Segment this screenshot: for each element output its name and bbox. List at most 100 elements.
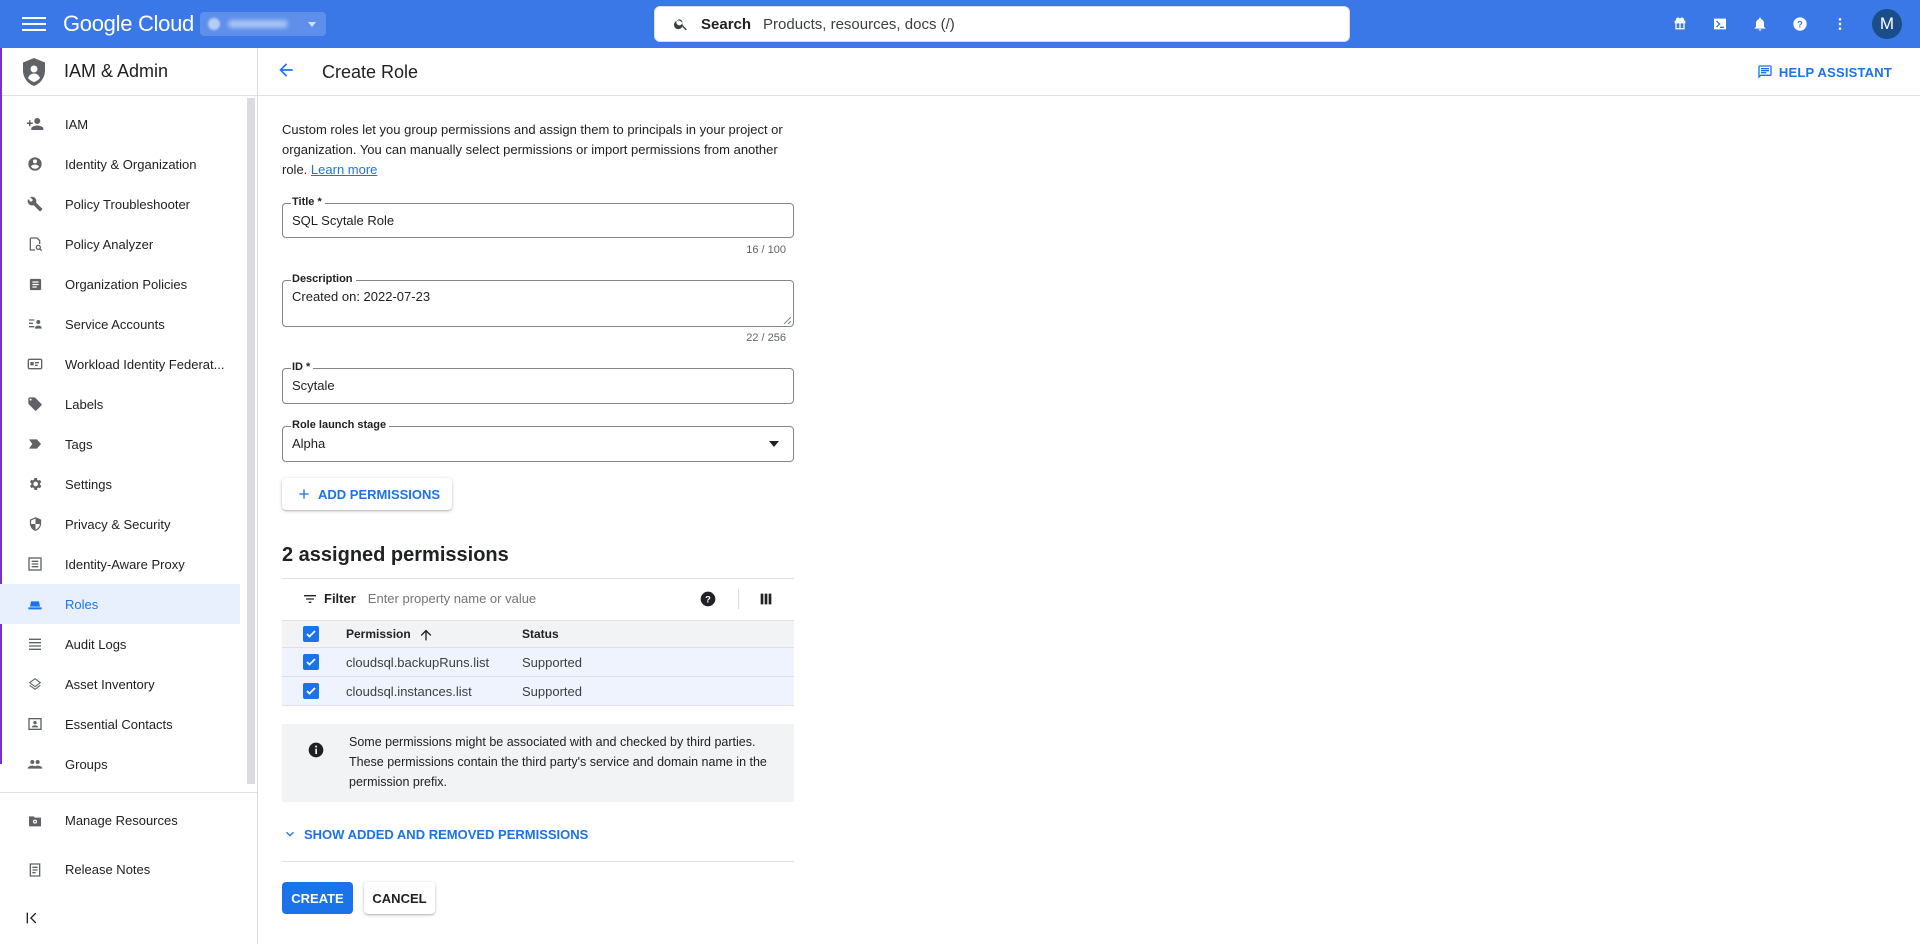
add-permissions-label: ADD PERMISSIONS — [318, 486, 441, 502]
id-field[interactable]: ID * Scytale — [282, 361, 794, 404]
help-assistant-button[interactable]: HELP ASSISTANT — [1757, 64, 1892, 80]
sidebar-item-label: Roles — [65, 596, 99, 612]
title-field[interactable]: Title * SQL Scytale Role — [282, 196, 794, 238]
sidebar-item-label: IAM — [65, 116, 89, 132]
sidebar-item-tags[interactable]: Tags — [0, 424, 240, 464]
sidebar-item-manage-resources[interactable]: Manage Resources — [0, 796, 258, 845]
account-avatar[interactable]: M — [1872, 9, 1902, 39]
launch-stage-select[interactable]: Role launch stage Alpha — [282, 419, 794, 462]
project-name-redacted — [228, 20, 288, 28]
sidebar-item-service-accounts[interactable]: Service Accounts — [0, 304, 240, 344]
shield-icon — [26, 515, 44, 533]
sidebar-item-label: Tags — [65, 436, 93, 452]
cloud-shell-icon[interactable] — [1700, 4, 1740, 44]
sidebar-item-workload-identity[interactable]: Workload Identity Federat... — [0, 344, 240, 384]
checkmark-icon — [306, 630, 316, 638]
sidebar-item-label: Labels — [65, 396, 104, 412]
filter-input[interactable] — [367, 591, 668, 606]
sidebar-item-label: Organization Policies — [65, 276, 188, 292]
document-list-icon — [26, 275, 44, 293]
search-input[interactable]: Products, resources, docs (/) — [763, 16, 955, 33]
resize-grip-icon[interactable] — [783, 316, 791, 324]
group-icon — [26, 755, 44, 773]
proxy-icon — [26, 555, 44, 573]
title-input[interactable]: SQL Scytale Role — [292, 213, 394, 228]
sidebar-item-label: Policy Analyzer — [65, 236, 154, 252]
chat-icon — [1758, 65, 1772, 79]
id-field-label: ID * — [291, 361, 314, 373]
gear-icon — [26, 475, 44, 493]
sidebar-item-roles[interactable]: Roles — [0, 584, 240, 624]
back-arrow-icon[interactable] — [276, 60, 296, 85]
sidebar-item-iam[interactable]: IAM — [0, 104, 240, 144]
info-text: Some permissions might be associated wit… — [349, 735, 767, 789]
nav-scrollbar[interactable] — [247, 98, 255, 784]
page-title: Create Role — [322, 62, 419, 82]
cancel-button[interactable]: CANCEL — [364, 882, 435, 914]
gift-icon[interactable] — [1660, 4, 1700, 44]
help-icon[interactable]: ? — [1780, 4, 1820, 44]
row-checkbox[interactable] — [303, 654, 319, 670]
launch-stage-label: Role launch stage — [291, 419, 390, 431]
permission-status: Supported — [522, 654, 582, 670]
account-circle-icon — [26, 155, 44, 173]
row-checkbox[interactable] — [303, 683, 319, 699]
sidebar-item-asset-inventory[interactable]: Asset Inventory — [0, 664, 240, 704]
sidebar-item-labels[interactable]: Labels — [0, 384, 240, 424]
filter-label: Filter — [324, 591, 356, 606]
select-all-checkbox[interactable] — [303, 626, 319, 642]
sidebar-item-label: Essential Contacts — [65, 716, 173, 732]
sidebar-item-release-notes[interactable]: Release Notes — [0, 845, 258, 894]
description-field[interactable]: Description Created on: 2022-07-23 — [282, 273, 794, 327]
checkmark-icon — [306, 687, 316, 695]
title-field-label: Title * — [291, 196, 325, 208]
top-actions: ? M — [1660, 0, 1920, 48]
wrench-icon — [26, 195, 44, 213]
permission-name: cloudsql.backupRuns.list — [346, 654, 490, 670]
column-display-icon[interactable] — [758, 591, 774, 612]
table-row[interactable]: cloudsql.backupRuns.list Supported — [282, 648, 794, 677]
permissions-table: Permission Status cloudsql.backupRuns.li… — [282, 620, 794, 706]
sidebar-item-organization-policies[interactable]: Organization Policies — [0, 264, 240, 304]
sidebar-item-identity-organization[interactable]: Identity & Organization — [0, 144, 240, 184]
svg-text:?: ? — [1797, 19, 1803, 29]
sidebar-item-label: Audit Logs — [65, 636, 127, 652]
column-header-status[interactable]: Status — [522, 627, 559, 641]
notes-icon — [26, 861, 44, 879]
add-permissions-button[interactable]: ADD PERMISSIONS — [282, 478, 453, 510]
sidebar-item-groups[interactable]: Groups — [0, 744, 240, 784]
more-vert-icon[interactable] — [1820, 4, 1860, 44]
description-field-label: Description — [291, 273, 356, 285]
sidebar-item-audit-logs[interactable]: Audit Logs — [0, 624, 240, 664]
title-char-counter: 16 / 100 — [746, 244, 786, 256]
sidebar-item-essential-contacts[interactable]: Essential Contacts — [0, 704, 240, 744]
learn-more-link[interactable]: Learn more — [311, 162, 377, 177]
google-cloud-logo[interactable]: Google Cloud — [63, 11, 194, 37]
column-header-permission[interactable]: Permission — [346, 627, 411, 641]
hamburger-menu-icon[interactable] — [22, 14, 46, 34]
sort-ascending-icon[interactable] — [418, 627, 434, 648]
bell-icon[interactable] — [1740, 4, 1780, 44]
description-textarea[interactable]: Created on: 2022-07-23 — [292, 289, 430, 304]
create-button[interactable]: CREATE — [282, 882, 353, 914]
id-card-icon — [26, 355, 44, 373]
sidebar-item-label: Identity & Organization — [65, 156, 197, 172]
policy-analyzer-icon — [26, 235, 44, 253]
show-added-removed-toggle[interactable]: SHOW ADDED AND REMOVED PERMISSIONS — [282, 826, 588, 842]
table-row[interactable]: cloudsql.instances.list Supported — [282, 677, 794, 706]
project-icon — [208, 18, 220, 30]
collapse-nav-icon[interactable] — [24, 910, 40, 931]
id-input[interactable]: Scytale — [292, 378, 335, 393]
sidebar-item-policy-troubleshooter[interactable]: Policy Troubleshooter — [0, 184, 240, 224]
sidebar-item-policy-analyzer[interactable]: Policy Analyzer — [0, 224, 240, 264]
sidebar-item-privacy-security[interactable]: Privacy & Security — [0, 504, 240, 544]
help-circle-icon[interactable]: ? — [700, 591, 716, 612]
sidebar-item-settings[interactable]: Settings — [0, 464, 240, 504]
nav-list: IAM Identity & Organization Policy Troub… — [0, 104, 240, 784]
sidebar-item-identity-aware-proxy[interactable]: Identity-Aware Proxy — [0, 544, 240, 584]
gear-folder-icon — [26, 812, 44, 830]
project-picker[interactable] — [200, 12, 326, 36]
nav-header: IAM & Admin — [0, 48, 257, 96]
search-bar[interactable]: Search Products, resources, docs (/) — [654, 6, 1350, 42]
main-content: Create Role HELP ASSISTANT Custom roles … — [258, 48, 1920, 944]
